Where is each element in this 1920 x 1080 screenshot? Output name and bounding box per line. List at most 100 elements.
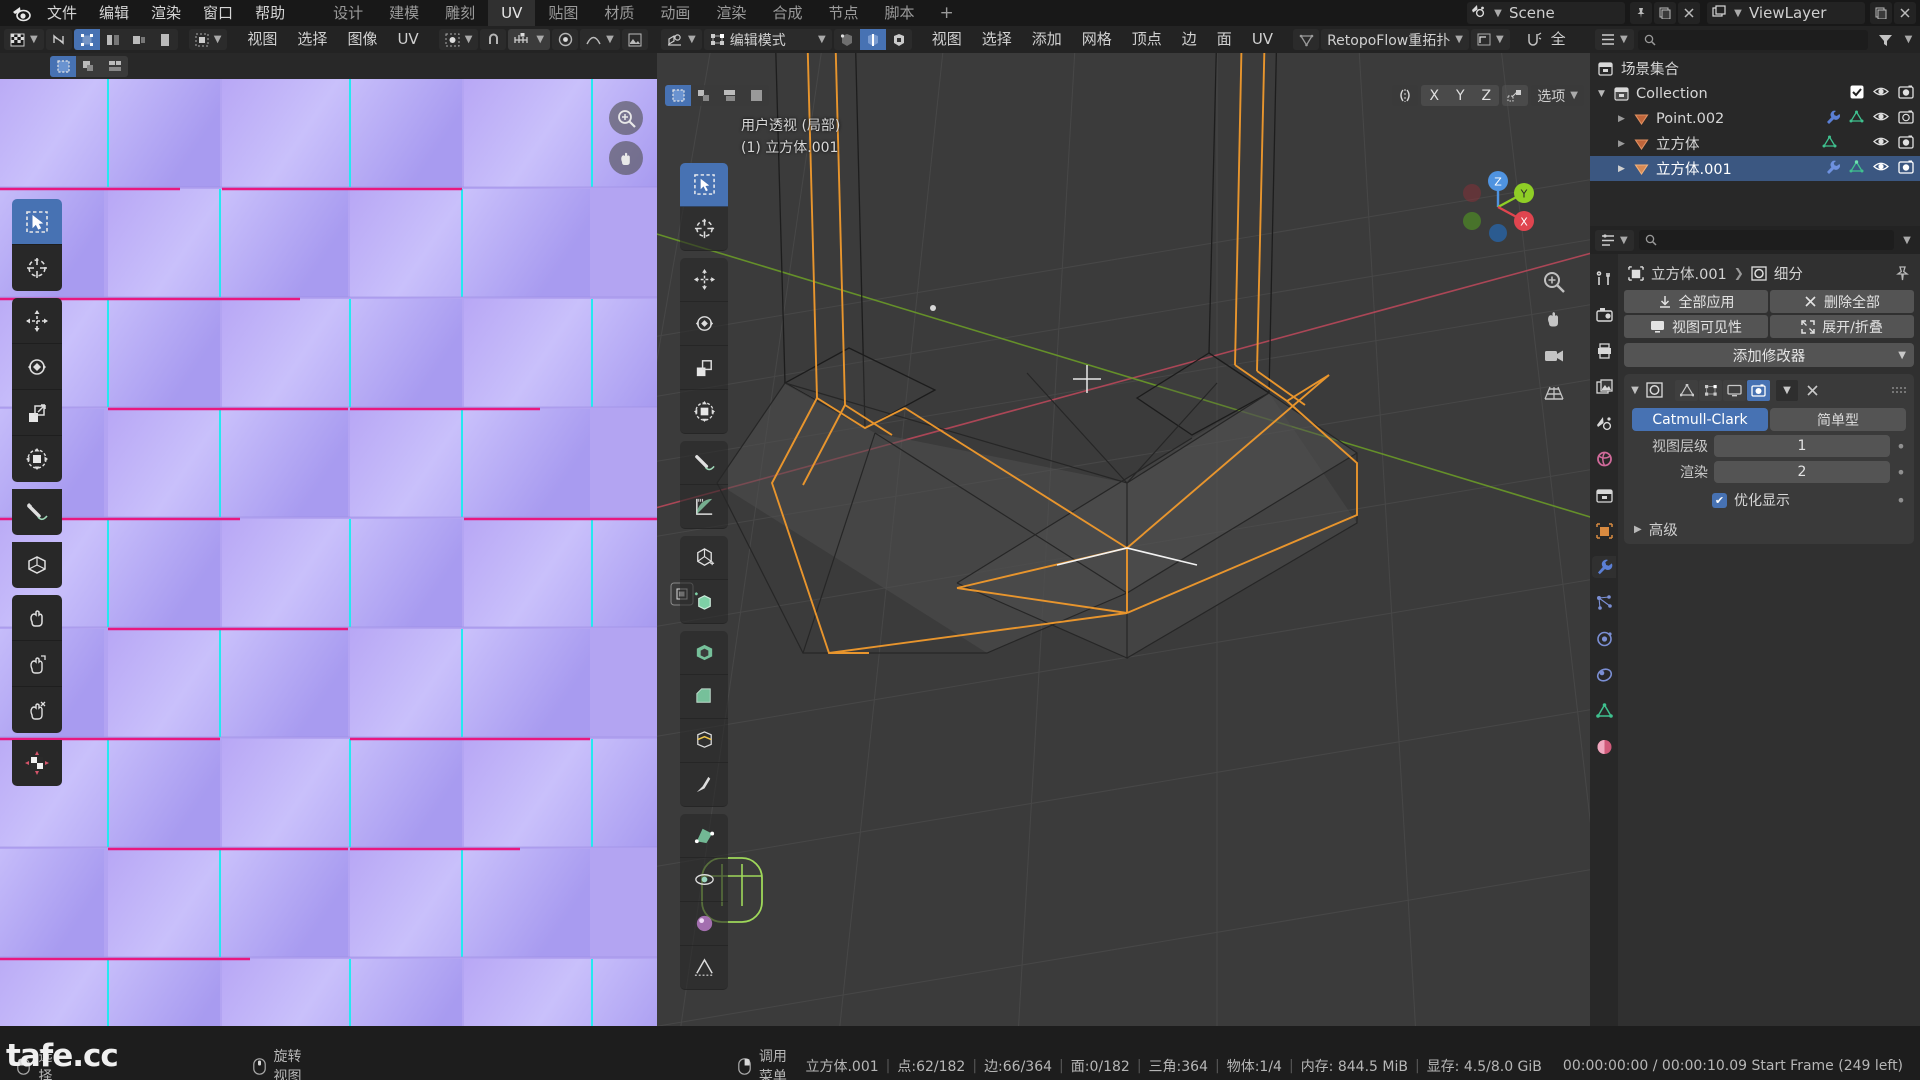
mesh-select-mode-face[interactable] [886,29,912,50]
new-scene-button[interactable] [1654,2,1676,24]
viewport-options-selector[interactable]: 选项 ▼ [1531,85,1584,106]
modifier-menu-button[interactable]: ▼ [1776,379,1798,401]
uv-tool-relax[interactable] [12,641,62,687]
viewport-perspective-gizmo[interactable] [1540,379,1568,407]
breadcrumb-object-name[interactable]: 立方体.001 [1651,263,1727,284]
outliner-row-point-002[interactable]: ▶ Point.002 [1590,106,1920,131]
properties-tab-world[interactable] [1592,448,1616,470]
viewport-tool-edge-slide[interactable] [680,946,728,990]
new-viewlayer-button[interactable] [1870,2,1892,24]
properties-tab-modifiers[interactable] [1592,556,1616,578]
properties-tab-particles[interactable] [1592,592,1616,614]
workspace-tab-scripting[interactable]: 脚本 [871,0,927,26]
viewport-tool-loop-cut[interactable] [680,719,728,763]
viewport-all-label[interactable]: 全 [1549,26,1568,53]
add-modifier-button[interactable]: 添加修改器 ▼ [1624,343,1914,367]
camera-icon[interactable] [1898,85,1914,103]
viewport-menu-edge[interactable]: 边 [1173,26,1206,53]
snap-toggle-button[interactable] [1521,29,1547,50]
uv-menu-image[interactable]: 图像 [338,26,386,53]
uv-menu-view[interactable]: 视图 [238,26,286,53]
mesh-data-icon[interactable] [1849,110,1864,128]
properties-tab-physics[interactable] [1592,628,1616,650]
uv-sync-selection-toggle[interactable] [45,29,72,50]
uv-select-mode-vertex[interactable] [73,29,100,50]
eye-icon[interactable] [1873,135,1889,152]
chevron-right-icon[interactable]: ▶ [1618,139,1634,149]
camera-icon[interactable] [1898,135,1914,153]
viewport-tool-spin[interactable] [680,858,728,902]
uv-pivot-point-selector[interactable]: ▼ [438,29,479,50]
viewport-menu-face[interactable]: 面 [1208,26,1241,53]
properties-tab-tool[interactable] [1592,268,1616,290]
blender-logo-icon[interactable] [6,2,36,24]
workspace-tab-modeling[interactable]: 建模 [376,0,432,26]
workspace-tab-animation[interactable]: 动画 [647,0,703,26]
workspace-tab-layout[interactable]: 设计 [320,0,376,26]
viewport-tool-scale[interactable] [680,346,728,390]
render-levels-field[interactable]: 2 [1714,461,1890,483]
viewport-tool-transform[interactable] [680,390,728,434]
uv-menu-uv[interactable]: UV [388,26,427,53]
uv-tool-scale[interactable] [12,390,62,436]
properties-tab-data[interactable] [1592,700,1616,722]
add-workspace-button[interactable]: + [927,0,965,26]
uv-proportional-edit-toggle[interactable] [552,29,579,50]
outliner-row-collection[interactable]: ▼ Collection [1590,81,1920,106]
menu-help[interactable]: 帮助 [244,2,296,24]
editor-type-selector[interactable]: ▼ [4,29,44,50]
viewport-menu-uv[interactable]: UV [1243,26,1282,53]
mirror-axis-y[interactable]: Y [1447,85,1473,106]
viewport-tool-annotate[interactable] [680,441,728,485]
uv-snap-target-selector[interactable]: ▼ [508,29,551,50]
mirror-axis-x[interactable]: X [1421,85,1447,106]
chevron-right-icon[interactable]: ▶ [1618,164,1634,174]
uv-tool-rotate[interactable] [12,344,62,390]
chevron-down-icon[interactable]: ▼ [1598,89,1614,99]
properties-tab-scene[interactable] [1592,412,1616,434]
camera-icon[interactable] [1898,160,1914,178]
uv-tool-move[interactable] [12,298,62,344]
viewport-camera-gizmo[interactable] [1540,342,1568,370]
uv-menu-select[interactable]: 选择 [288,26,336,53]
mesh-select-mode-vertex[interactable] [834,29,860,50]
advanced-section-toggle[interactable]: ▶ 高级 [1634,519,1906,540]
mesh-data-icon[interactable] [1822,135,1837,153]
viewport-tool-tweak[interactable] [680,163,728,207]
menu-window[interactable]: 窗口 [192,2,244,24]
workspace-tab-sculpting[interactable]: 雕刻 [432,0,488,26]
chevron-down-icon[interactable]: ▼ [1628,385,1642,396]
viewport-editor-type-selector[interactable]: ▼ [661,29,702,50]
eye-icon[interactable] [1873,160,1889,177]
properties-editor-type-selector[interactable]: ▼ [1595,229,1634,251]
outliner-editor-type-selector[interactable]: ▼ [1595,29,1634,50]
uv-canvas[interactable] [0,79,657,1026]
viewport-tool-add-cube[interactable] [680,536,728,580]
properties-tab-output[interactable] [1592,340,1616,362]
chevron-right-icon[interactable]: ▶ [1618,114,1634,124]
viewport-canvas[interactable]: X Y Z 选项 ▼ 用户透视 (局部) (1) 立方体.001 Z Y X [657,53,1590,1026]
workspace-tab-geonodes[interactable]: 节点 [815,0,871,26]
uv-tool-grab[interactable] [12,595,62,641]
uv-image-browse-button[interactable] [621,29,648,50]
interaction-mode-selector[interactable]: 编辑模式 ▼ [703,29,832,50]
viewport-tool-bevel[interactable] [680,675,728,719]
uv-select-overlap-button[interactable] [76,56,102,77]
outliner-search-input[interactable] [1637,29,1868,50]
uv-tool-tweak[interactable] [12,199,62,245]
viewport-menu-vertex[interactable]: 顶点 [1123,26,1171,53]
viewport-menu-select[interactable]: 选择 [973,26,1021,53]
viewport-select-mode-a-button[interactable] [691,85,717,106]
mesh-data-icon[interactable] [1849,159,1864,178]
viewport-select-mode-c-button[interactable] [743,85,769,106]
viewport-select-mode-b-button[interactable] [717,85,743,106]
transform-orientation-selector[interactable]: ▼ [1470,29,1510,50]
uv-tool-sculpt[interactable] [12,740,62,786]
on-cage-toggle[interactable] [1675,379,1698,401]
properties-tab-collection[interactable] [1592,484,1616,506]
uv-select-box-button[interactable] [50,55,76,77]
camera-icon[interactable] [1898,110,1914,128]
uv-tool-annotate[interactable] [12,489,62,535]
modifier-wrench-icon[interactable] [1825,110,1840,128]
properties-tab-constraints[interactable] [1592,664,1616,686]
